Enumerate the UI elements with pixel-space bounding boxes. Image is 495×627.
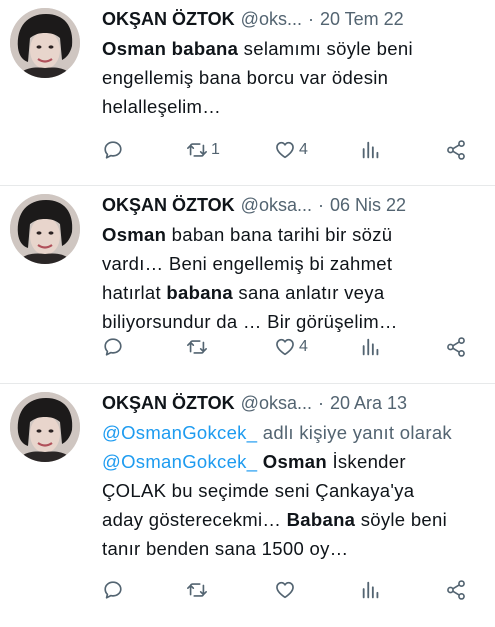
tweet-text-line: hatırlat babana sana anlatır veya (102, 278, 483, 307)
tweet[interactable]: OKŞAN ÖZTOK @oks... · 20 Tem 22 Osman ba… (0, 0, 495, 185)
text-segment: sana anlatır veya (232, 282, 385, 303)
tweet-header: OKŞAN ÖZTOK @oksa... · 06 Nis 22 (102, 194, 483, 216)
retweet-count: 1 (211, 141, 220, 158)
mention-link[interactable]: @OsmanGokcek_ (102, 451, 257, 472)
views-icon (360, 139, 382, 161)
like-button[interactable]: 4 (273, 336, 308, 358)
like-button[interactable]: 4 (273, 139, 308, 161)
retweet-button[interactable]: 1 (185, 139, 220, 161)
text-segment: baban bana tarihi bir sözü (166, 224, 393, 245)
text-segment: selamımı söyle beni (238, 38, 413, 59)
text-segment: söyle beni (355, 509, 448, 530)
tweet-text-line: tanır benden sana 1500 oy… (102, 534, 483, 563)
like-button[interactable] (273, 579, 299, 601)
tweet-date[interactable]: 06 Nis 22 (330, 194, 406, 216)
share-icon (445, 139, 467, 161)
tweet-text-line: helalleşelim… (102, 92, 483, 121)
avatar[interactable] (10, 194, 80, 264)
tweet[interactable]: OKŞAN ÖZTOK @oksa... · 06 Nis 22 Osman b… (0, 185, 495, 383)
tweet-date[interactable]: 20 Tem 22 (320, 8, 404, 30)
retweet-icon (185, 139, 209, 161)
text-segment: hatırlat (102, 282, 167, 303)
views-button[interactable] (360, 139, 382, 161)
tweet[interactable]: OKŞAN ÖZTOK @oksa... · 20 Ara 13 @OsmanG… (0, 383, 495, 627)
like-count: 4 (299, 338, 308, 355)
reply-button[interactable] (102, 579, 124, 601)
reply-button[interactable] (102, 336, 124, 358)
retweet-button[interactable] (185, 336, 211, 358)
reply-icon (102, 579, 124, 601)
reply-button[interactable] (102, 139, 124, 161)
highlighted-text: Osman (102, 224, 167, 245)
tweet-actions: 1 4 (0, 128, 495, 172)
highlighted-text: Osman (262, 451, 327, 472)
highlighted-text: Osman babana (102, 38, 239, 59)
tweet-text-line: Osman baban bana tarihi bir sözü (102, 220, 483, 249)
avatar[interactable] (10, 392, 80, 462)
views-icon (360, 336, 382, 358)
highlighted-text: Babana (286, 509, 356, 530)
retweet-button[interactable] (185, 579, 211, 601)
tweet-text-line: aday gösterecekmi… Babana söyle beni (102, 505, 483, 534)
tweet-text-line: ÇOLAK bu seçimde seni Çankaya'ya (102, 476, 483, 505)
separator-dot: · (317, 393, 324, 413)
text-segment: ÇOLAK bu seçimde seni Çankaya'ya (102, 480, 415, 501)
tweet-actions: 4 (0, 325, 495, 369)
share-button[interactable] (445, 336, 467, 358)
tweet-actions (0, 568, 495, 612)
text-segment: helalleşelim… (102, 96, 222, 117)
author-name[interactable]: OKŞAN ÖZTOK (102, 194, 235, 216)
separator-dot: · (317, 195, 324, 215)
tweet-text-line: vardı… Beni engellemiş bi zahmet (102, 249, 483, 278)
retweet-icon (185, 336, 209, 358)
tweet-text: Osman baban bana tarihi bir sözü vardı… B… (102, 220, 483, 336)
tweet-text-line: engellemiş bana borcu var ödesin (102, 63, 483, 92)
retweet-icon (185, 579, 209, 601)
share-button[interactable] (445, 579, 467, 601)
timeline: OKŞAN ÖZTOK @oks... · 20 Tem 22 Osman ba… (0, 0, 495, 627)
share-button[interactable] (445, 139, 467, 161)
tweet-text-line: @OsmanGokcek_ Osman İskender (102, 447, 483, 476)
separator-dot: · (307, 9, 314, 29)
reply-icon (102, 139, 124, 161)
author-handle[interactable]: @oksa... (241, 392, 312, 414)
mention-link[interactable]: @OsmanGokcek_ (102, 422, 257, 443)
author-name[interactable]: OKŞAN ÖZTOK (102, 392, 235, 414)
heart-icon (273, 336, 297, 358)
text-segment: İskender (327, 451, 406, 472)
text-segment: vardı… Beni engellemiş bi zahmet (102, 253, 393, 274)
like-count: 4 (299, 141, 308, 158)
author-name[interactable]: OKŞAN ÖZTOK (102, 8, 235, 30)
tweet-header: OKŞAN ÖZTOK @oksa... · 20 Ara 13 (102, 392, 483, 414)
tweet-text-line: @OsmanGokcek_ adlı kişiye yanıt olarak (102, 418, 483, 447)
reply-context: adlı kişiye yanıt olarak (257, 422, 452, 443)
tweet-text-line: Osman babana selamımı söyle beni (102, 34, 483, 63)
tweet-text: @OsmanGokcek_ adlı kişiye yanıt olarak @O… (102, 418, 483, 563)
share-icon (445, 579, 467, 601)
reply-icon (102, 336, 124, 358)
tweet-date[interactable]: 20 Ara 13 (330, 392, 407, 414)
tweet-text: Osman babana selamımı söyle beni engellem… (102, 34, 483, 121)
author-handle[interactable]: @oksa... (241, 194, 312, 216)
highlighted-text: babana (166, 282, 233, 303)
heart-icon (273, 139, 297, 161)
author-handle[interactable]: @oks... (241, 8, 302, 30)
heart-icon (273, 579, 297, 601)
avatar[interactable] (10, 8, 80, 78)
tweet-header: OKŞAN ÖZTOK @oks... · 20 Tem 22 (102, 8, 483, 30)
text-segment: engellemiş bana borcu var ödesin (102, 67, 389, 88)
views-button[interactable] (360, 336, 382, 358)
text-segment: aday gösterecekmi… (102, 509, 287, 530)
views-icon (360, 579, 382, 601)
text-segment: tanır benden sana 1500 oy… (102, 538, 349, 559)
share-icon (445, 336, 467, 358)
views-button[interactable] (360, 579, 382, 601)
